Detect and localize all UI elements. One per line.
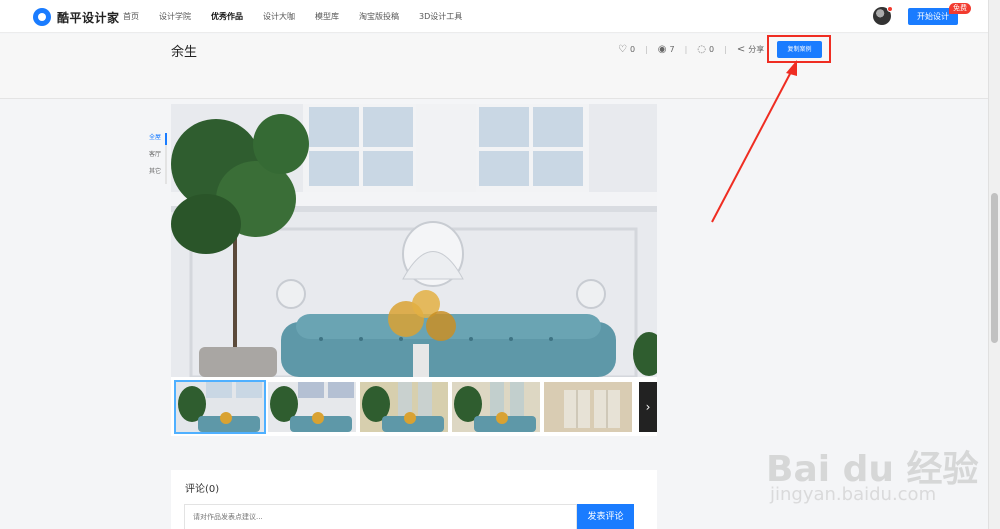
- scrollbar-thumb[interactable]: [991, 193, 998, 343]
- share-icon: <: [736, 44, 746, 55]
- filter-other[interactable]: 其它: [149, 167, 165, 184]
- divider: |: [645, 45, 648, 54]
- chevron-right-icon[interactable]: ›: [639, 382, 657, 432]
- filter-active-indicator: [165, 133, 167, 145]
- share-label: 分享: [748, 45, 765, 54]
- comment-input[interactable]: [184, 504, 577, 529]
- like-count: 0: [629, 45, 636, 54]
- thumbnail-2[interactable]: [268, 382, 356, 432]
- comments-section: 评论(0) 发表评论: [171, 470, 657, 529]
- eye-icon: ◉: [657, 44, 667, 55]
- page-scrollbar[interactable]: [988, 0, 1000, 529]
- nav-item-designers[interactable]: 设计大咖: [263, 11, 295, 22]
- thumbnail-4[interactable]: [452, 382, 540, 432]
- logo[interactable]: 酷平设计家: [33, 8, 120, 26]
- render-gallery: ›: [171, 104, 657, 436]
- nav-menu: 首页 设计学院 优秀作品 设计大咖 模型库 淘宝版投稿 3D设计工具: [123, 11, 482, 22]
- comments-title: 评论(0): [185, 484, 220, 495]
- work-stats: ♡ 0 | ◉ 7 | ◌ 0 | < 分享: [618, 44, 764, 55]
- thumbnail-5[interactable]: [544, 382, 632, 432]
- thumbnail-3[interactable]: [360, 382, 448, 432]
- nav-item-featured-works[interactable]: 优秀作品: [211, 11, 243, 22]
- page-title: 余生: [171, 45, 198, 60]
- notification-dot: [887, 6, 893, 12]
- view-stat: ◉ 7: [658, 44, 675, 55]
- nav-item-3d-tool[interactable]: 3D设计工具: [419, 11, 462, 22]
- nav-item-taobao-submission[interactable]: 淘宝版投稿: [359, 11, 399, 22]
- room-filter: 全屋 客厅 其它: [149, 133, 167, 184]
- comment-stat[interactable]: ◌ 0: [697, 44, 714, 55]
- like-stat[interactable]: ♡ 0: [618, 44, 635, 55]
- free-badge: 免费: [949, 3, 971, 14]
- heart-icon: ♡: [618, 44, 627, 55]
- nav-item-model-library[interactable]: 模型库: [315, 11, 339, 22]
- logo-text: 酷平设计家: [57, 10, 120, 25]
- view-count: 7: [669, 45, 675, 54]
- nav-item-academy[interactable]: 设计学院: [159, 11, 191, 22]
- work-header: 余生 ♡ 0 | ◉ 7 | ◌ 0 | < 分享 复制案例: [0, 34, 988, 99]
- filter-living-room[interactable]: 客厅: [149, 150, 165, 167]
- nav-item-home[interactable]: 首页: [123, 11, 139, 22]
- top-navigation: 酷平设计家 首页 设计学院 优秀作品 设计大咖 模型库 淘宝版投稿 3D设计工具…: [0, 0, 988, 33]
- baidu-watermark: Bai du 经验 jingyan.baidu.com: [760, 440, 979, 520]
- comment-icon: ◌: [697, 44, 707, 55]
- divider: |: [724, 45, 727, 54]
- watermark-url: jingyan.baidu.com: [770, 484, 937, 505]
- annotation-highlight-box: [767, 35, 831, 63]
- share-button[interactable]: < 分享: [737, 44, 764, 55]
- thumbnail-strip: [174, 380, 636, 434]
- filter-whole-house[interactable]: 全屋: [149, 133, 165, 150]
- thumbnail-1[interactable]: [174, 380, 266, 434]
- logo-icon: [33, 8, 51, 26]
- post-comment-button[interactable]: 发表评论: [577, 504, 634, 529]
- divider: |: [684, 45, 688, 54]
- comment-count: 0: [709, 45, 715, 54]
- main-render-image[interactable]: [171, 104, 657, 377]
